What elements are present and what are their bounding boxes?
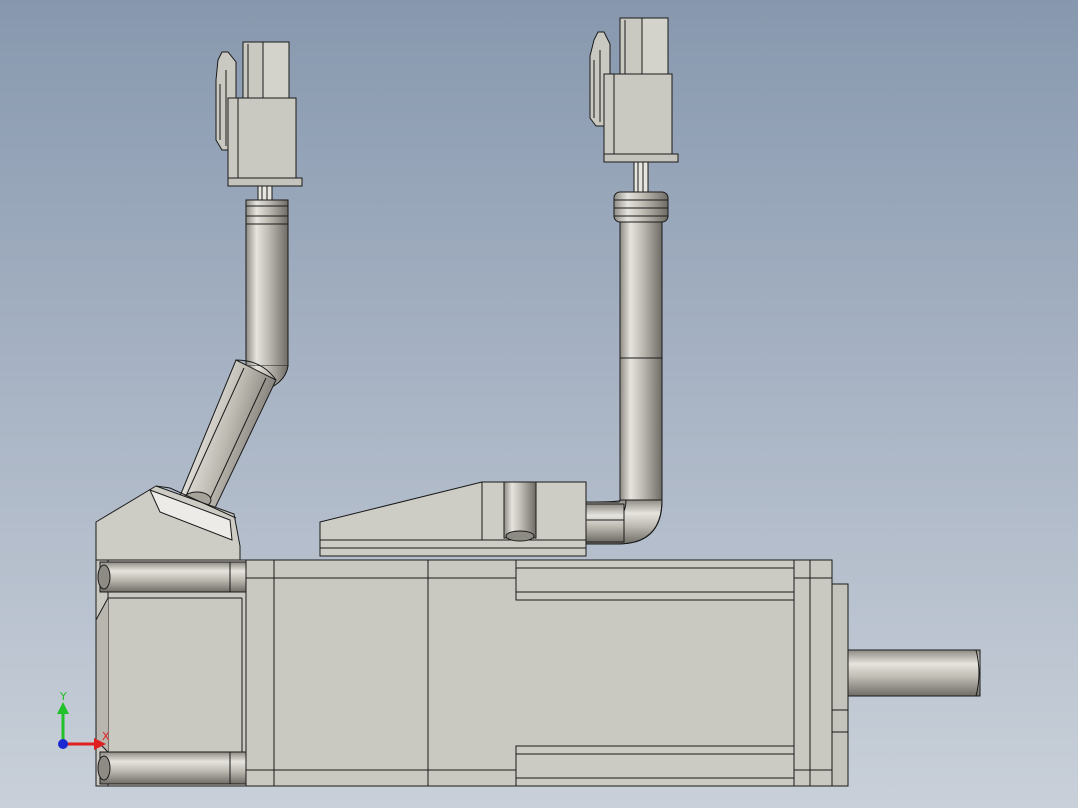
output-shaft[interactable] [847,649,981,697]
x-axis-label: X [102,730,110,743]
left-connector[interactable] [215,41,303,201]
y-axis-label: Y [59,690,67,703]
cad-viewport[interactable]: Y X [0,0,1078,808]
right-cable-gland-housing[interactable] [319,481,587,557]
right-cable[interactable] [583,191,669,545]
z-axis-dot [58,739,68,749]
motor-body[interactable] [95,559,849,787]
servo-motor-model[interactable]: Y X [0,0,1078,808]
left-cable[interactable] [179,199,289,511]
right-connector[interactable] [589,17,679,193]
y-arrow-head [57,702,69,714]
